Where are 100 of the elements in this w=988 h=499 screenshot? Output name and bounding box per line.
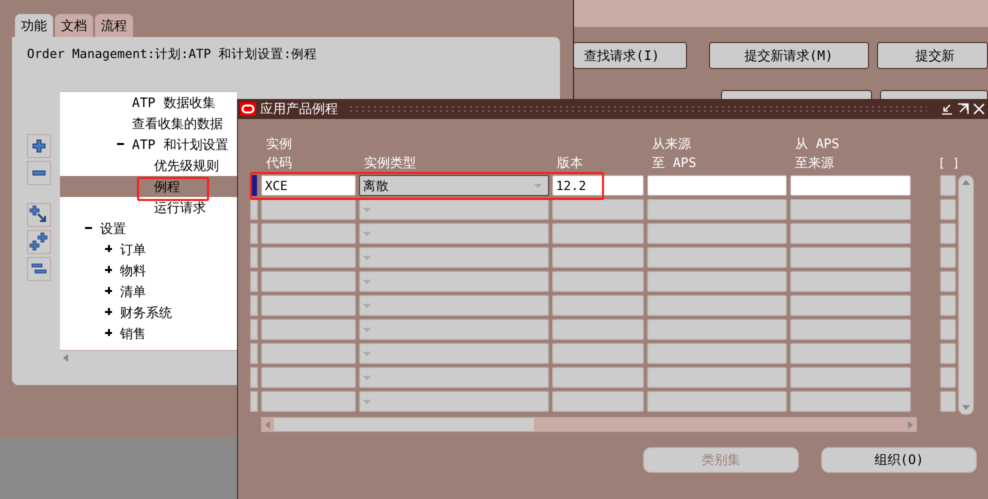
partial-button[interactable] (721, 90, 872, 99)
tree-item[interactable]: 优先级规则 (154, 156, 219, 174)
tree-item[interactable]: ATP 和计划设置 (132, 136, 228, 154)
tree-item[interactable]: 运行请求 (154, 198, 206, 216)
record-indicator[interactable] (252, 175, 257, 196)
record-indicator[interactable] (250, 367, 258, 388)
record-indicator[interactable] (250, 391, 258, 412)
version-field[interactable] (552, 319, 644, 340)
collapse-all-icon[interactable] (27, 257, 51, 281)
record-indicator[interactable] (250, 271, 258, 292)
version-field[interactable] (552, 199, 644, 220)
input-field[interactable] (647, 175, 787, 196)
code-field[interactable] (261, 367, 356, 388)
input-field[interactable] (647, 295, 787, 316)
type-dropdown[interactable] (359, 343, 549, 364)
tree-item[interactable]: 销售 (120, 324, 146, 342)
record-indicator[interactable] (250, 223, 258, 244)
expand-all-icon[interactable] (27, 203, 51, 227)
close-icon[interactable] (973, 103, 985, 115)
input-field[interactable] (647, 271, 787, 292)
type-dropdown[interactable] (359, 247, 549, 268)
input-field[interactable] (940, 367, 956, 388)
version-field[interactable] (552, 343, 644, 364)
code-field[interactable] (261, 271, 356, 292)
collapse-icon[interactable] (27, 161, 51, 185)
record-indicator[interactable] (250, 199, 258, 220)
tree-item[interactable]: 查看收集的数据 (132, 114, 223, 132)
input-field[interactable] (647, 247, 787, 268)
version-field[interactable]: 12.2 (552, 175, 644, 196)
code-field[interactable]: XCE (261, 175, 356, 196)
code-field[interactable] (261, 247, 356, 268)
type-dropdown[interactable] (359, 391, 549, 412)
input-field[interactable] (940, 223, 956, 244)
input-field[interactable] (790, 367, 911, 388)
version-field[interactable] (552, 223, 644, 244)
record-indicator[interactable] (250, 319, 258, 340)
input-field[interactable] (790, 319, 911, 340)
minimize-icon[interactable] (941, 103, 953, 115)
input-field[interactable] (790, 295, 911, 316)
type-dropdown[interactable] (359, 271, 549, 292)
request-button[interactable]: 提交新请求(M) (708, 42, 869, 69)
tab[interactable]: 文档 (55, 14, 93, 37)
tree-item[interactable]: 订单 (120, 240, 146, 258)
input-field[interactable] (790, 247, 911, 268)
request-button[interactable]: 提交新 (876, 42, 988, 69)
input-field[interactable] (940, 343, 956, 364)
input-field[interactable] (940, 295, 956, 316)
version-field[interactable] (552, 391, 644, 412)
type-dropdown[interactable] (359, 367, 549, 388)
scrollbar[interactable] (958, 175, 974, 415)
tree-item[interactable]: 例程 (154, 178, 180, 196)
input-field[interactable] (790, 175, 911, 196)
version-field[interactable] (552, 295, 644, 316)
version-field[interactable] (552, 367, 644, 388)
code-field[interactable] (261, 199, 356, 220)
input-field[interactable] (940, 271, 956, 292)
record-indicator[interactable] (250, 343, 258, 364)
input-field[interactable] (647, 343, 787, 364)
expand-branch-icon[interactable] (27, 230, 51, 254)
input-field[interactable] (790, 223, 911, 244)
input-field[interactable] (940, 319, 956, 340)
tab[interactable]: 功能 (15, 14, 53, 37)
input-field[interactable] (940, 175, 956, 196)
code-field[interactable] (261, 391, 356, 412)
code-field[interactable] (261, 319, 356, 340)
dialog-button[interactable]: 组织(O) (821, 447, 977, 473)
scrollbar[interactable] (261, 417, 917, 432)
type-dropdown[interactable] (359, 295, 549, 316)
code-field[interactable] (261, 343, 356, 364)
code-field[interactable] (261, 223, 356, 244)
tree-item[interactable]: ATP 数据收集 (132, 94, 216, 112)
tree-item[interactable]: 设置 (100, 220, 126, 238)
input-field[interactable] (790, 343, 911, 364)
tree-item[interactable]: 清单 (120, 282, 146, 300)
input-field[interactable] (790, 199, 911, 220)
request-button[interactable]: 查找请求(I) (573, 42, 687, 69)
input-field[interactable] (790, 271, 911, 292)
tab[interactable]: 流程 (95, 14, 133, 37)
input-field[interactable] (647, 319, 787, 340)
expand-icon[interactable] (27, 134, 51, 158)
code-field[interactable] (261, 295, 356, 316)
input-field[interactable] (940, 391, 956, 412)
input-field[interactable] (940, 247, 956, 268)
maximize-icon[interactable] (957, 103, 969, 115)
type-dropdown[interactable] (359, 319, 549, 340)
input-field[interactable] (647, 199, 787, 220)
record-indicator[interactable] (250, 295, 258, 316)
version-field[interactable] (552, 271, 644, 292)
partial-button[interactable] (880, 90, 988, 99)
type-dropdown[interactable]: 离散 (359, 175, 549, 196)
input-field[interactable] (647, 367, 787, 388)
input-field[interactable] (790, 391, 911, 412)
tree-item[interactable]: 物料 (120, 262, 146, 280)
type-dropdown[interactable] (359, 199, 549, 220)
tree-item[interactable]: 财务系统 (120, 304, 172, 322)
input-field[interactable] (647, 391, 787, 412)
record-indicator[interactable] (250, 247, 258, 268)
type-dropdown[interactable] (359, 223, 549, 244)
version-field[interactable] (552, 247, 644, 268)
input-field[interactable] (647, 223, 787, 244)
